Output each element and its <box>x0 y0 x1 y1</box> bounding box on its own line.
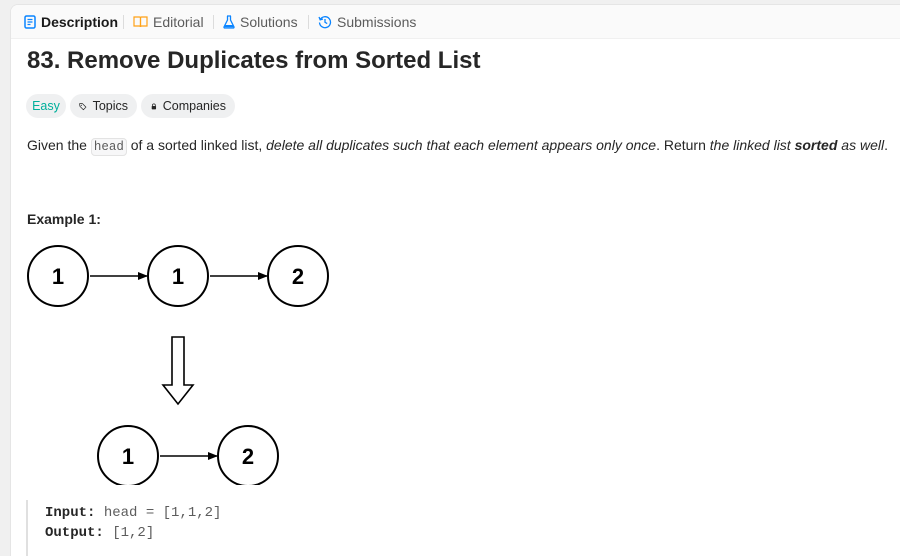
node-value: 1 <box>52 264 64 289</box>
list-node: 1 <box>147 245 209 307</box>
list-node: 2 <box>217 425 279 485</box>
node-value: 1 <box>172 264 184 289</box>
example-output: Output: [1,2] <box>45 525 154 541</box>
input-value: head = [1,1,2] <box>103 505 222 521</box>
list-node: 2 <box>267 245 329 307</box>
description-text: . Return <box>656 137 710 153</box>
node-value: 2 <box>242 444 254 469</box>
input-label: Input: <box>45 505 96 521</box>
list-node: 1 <box>97 425 159 485</box>
node-value: 1 <box>122 444 134 469</box>
problem-panel: Description Editorial Solutions Submissi… <box>10 4 900 556</box>
output-value: [1,2] <box>112 525 155 541</box>
transform-arrow-icon <box>161 336 195 406</box>
list-node: 1 <box>27 245 89 307</box>
description-strong: sorted <box>794 137 838 153</box>
example-io-block: Input: head = [1,1,2] Output: [1,2] <box>26 500 428 556</box>
description-text: . <box>884 137 888 153</box>
node-value: 2 <box>292 264 304 289</box>
example-input: Input: head = [1,1,2] <box>45 505 221 521</box>
description-emphasis: the linked list <box>709 137 795 153</box>
output-label: Output: <box>45 525 104 541</box>
description-emphasis: as well <box>837 137 885 153</box>
example-diagram: 1 1 2 1 2 <box>27 245 329 485</box>
